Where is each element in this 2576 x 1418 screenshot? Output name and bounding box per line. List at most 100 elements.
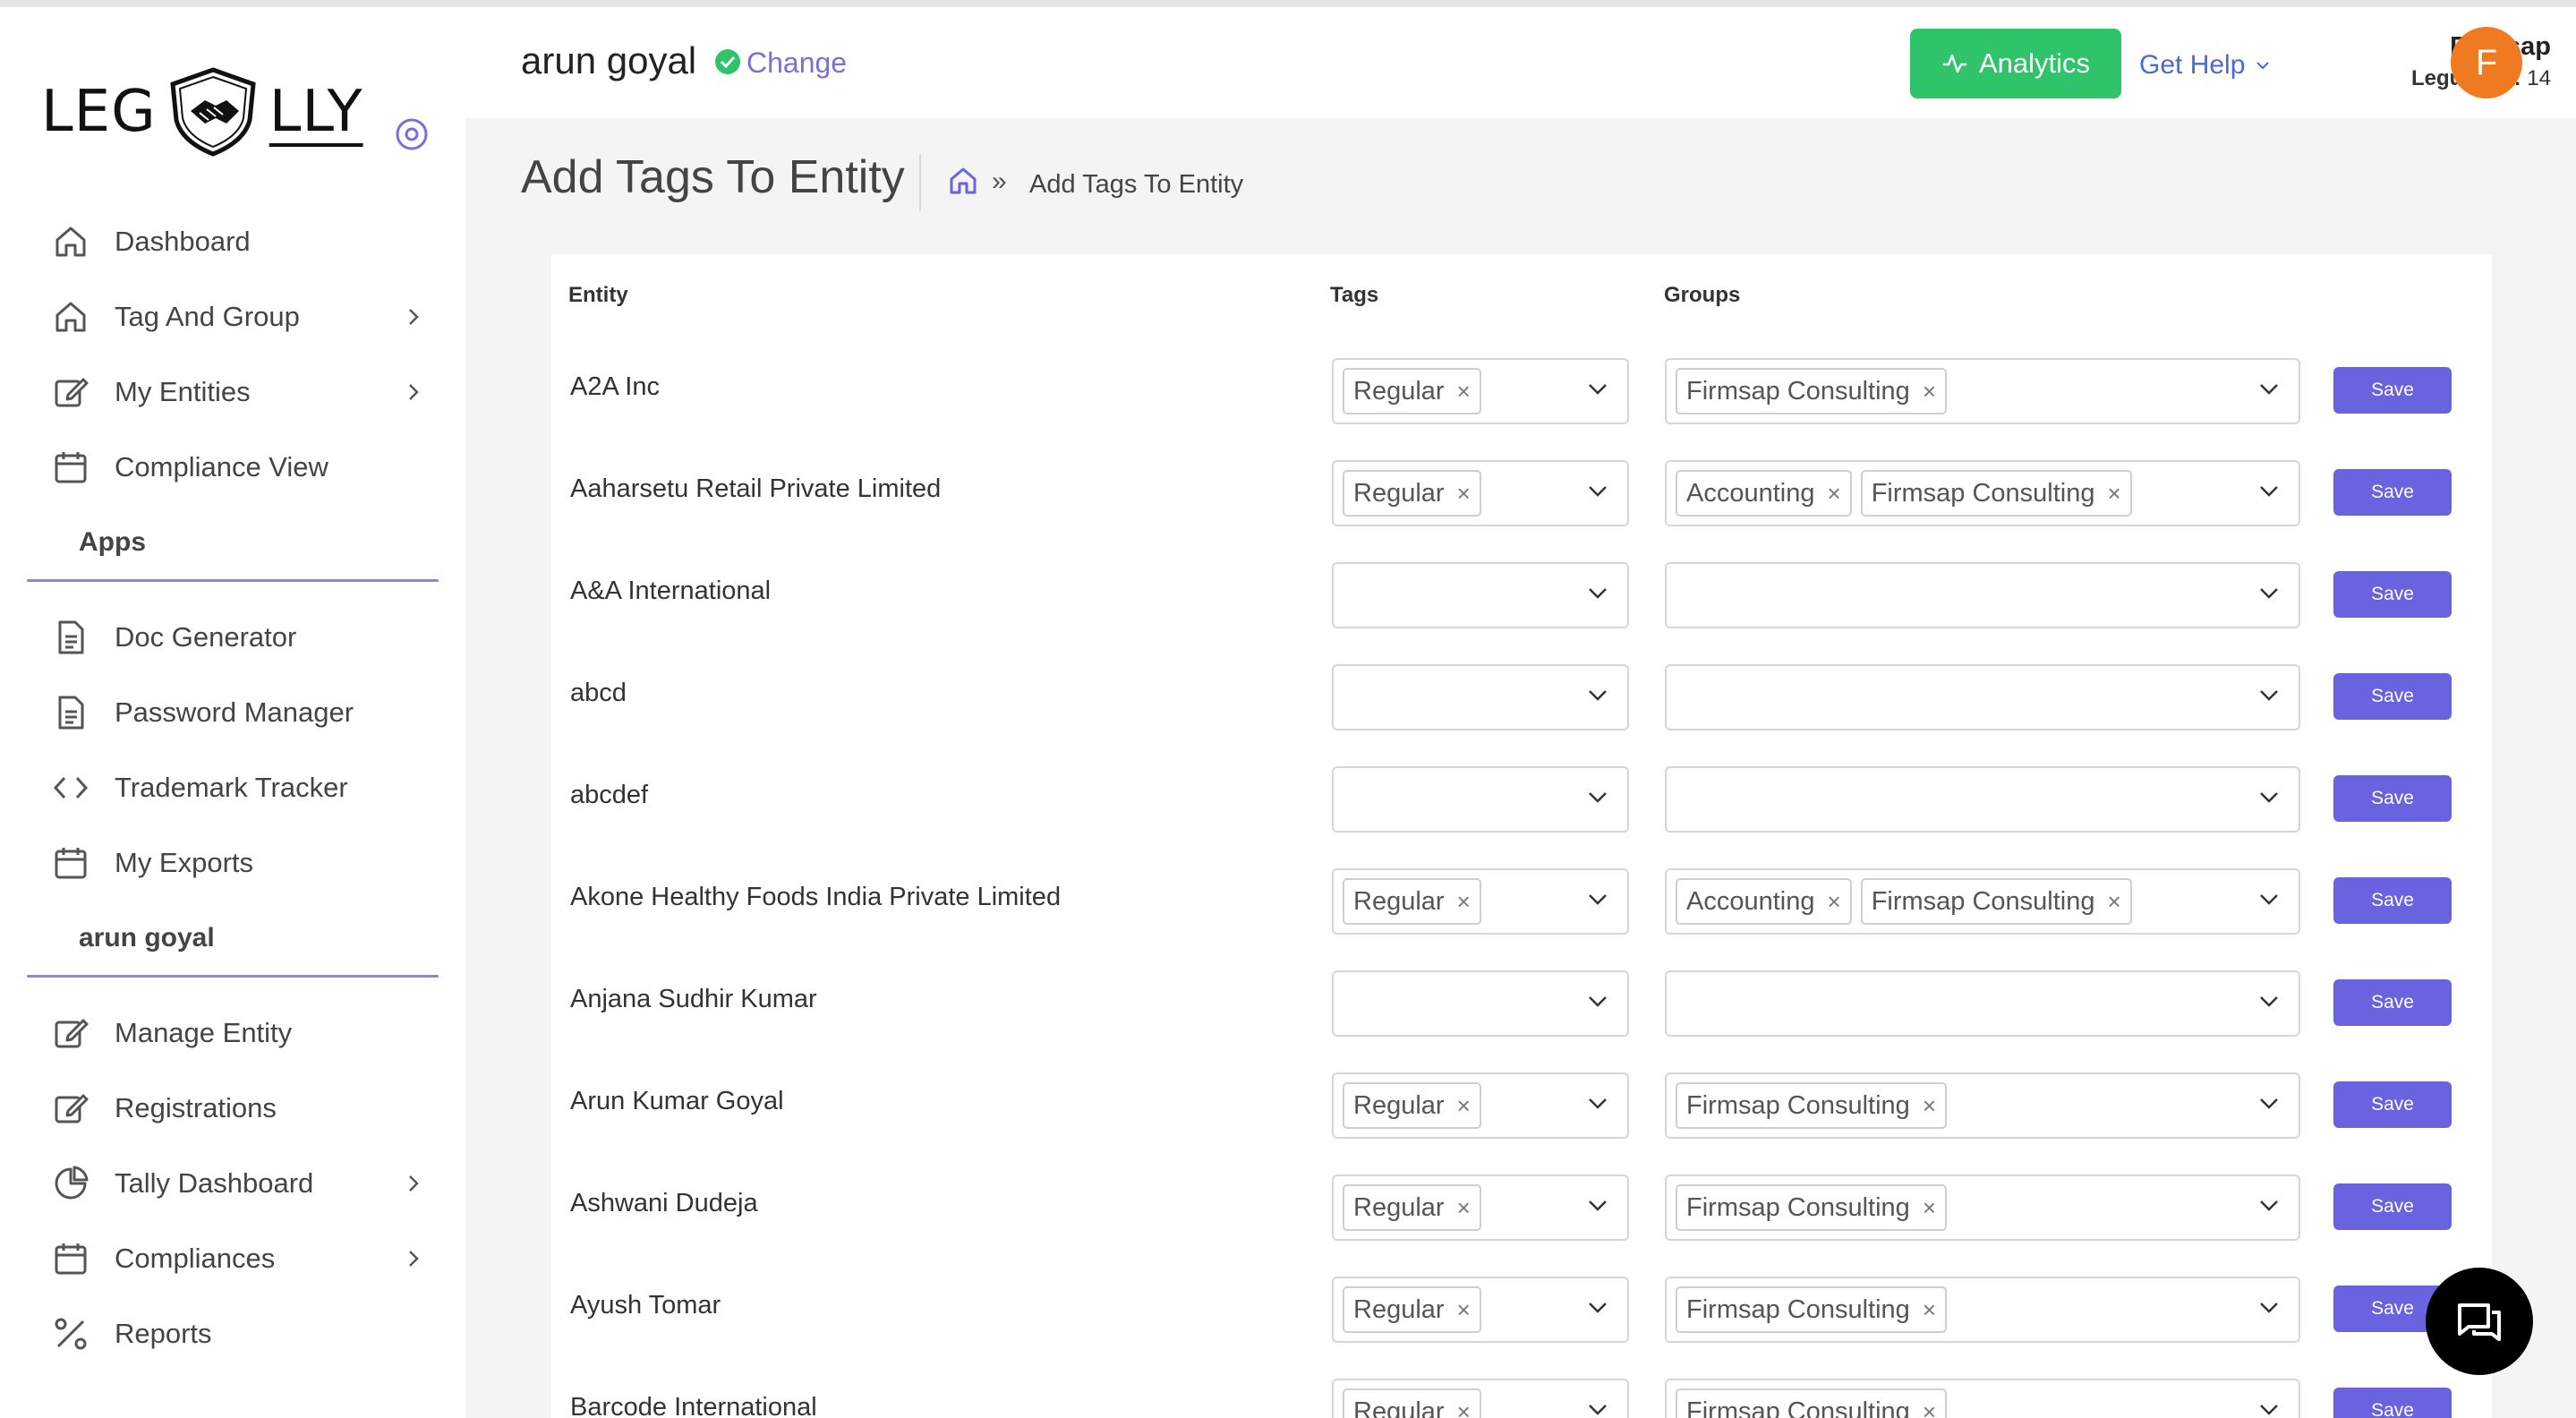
sidebar-item-doc-generator[interactable]: Doc Generator [0, 600, 465, 675]
group-chip: Firmsap Consulting × [1676, 1388, 1948, 1418]
save-button[interactable]: Save [2333, 1183, 2452, 1230]
column-header-entity: Entity [568, 283, 628, 307]
save-button[interactable]: Save [2333, 673, 2452, 720]
save-button[interactable]: Save [2333, 979, 2452, 1026]
group-chip-label: Firmsap Consulting [1871, 478, 2095, 508]
groups-select[interactable]: Firmsap Consulting × [1665, 1175, 2300, 1241]
save-button[interactable]: Save [2333, 1081, 2452, 1128]
calendar-icon [55, 452, 87, 483]
remove-tag-icon[interactable]: × [1457, 1296, 1471, 1324]
remove-group-icon[interactable]: × [2108, 480, 2121, 508]
remove-group-icon[interactable]: × [1923, 1296, 1936, 1324]
sidebar-item-password-manager[interactable]: Password Manager [0, 675, 465, 750]
top-border [0, 0, 2576, 7]
sidebar-item-my-exports[interactable]: My Exports [0, 825, 465, 901]
sidebar-item-reports[interactable]: Reports [0, 1296, 465, 1371]
remove-tag-icon[interactable]: × [1457, 378, 1471, 406]
sidebar-item-trademark-tracker[interactable]: Trademark Tracker [0, 750, 465, 825]
remove-group-icon[interactable]: × [2108, 888, 2121, 916]
group-chip: Firmsap Consulting × [1676, 1184, 1948, 1231]
remove-group-icon[interactable]: × [1923, 1092, 1936, 1120]
remove-tag-icon[interactable]: × [1457, 1194, 1471, 1222]
legully-id-value: 14 [2527, 66, 2551, 90]
tags-select[interactable]: Regular × [1332, 1072, 1629, 1139]
remove-group-icon[interactable]: × [1923, 1398, 1936, 1418]
tag-chip-label: Regular [1353, 1090, 1445, 1120]
sidebar-item-registrations[interactable]: Registrations [0, 1071, 465, 1146]
groups-select[interactable] [1665, 562, 2300, 628]
sidebar-item-label: My Entities [115, 376, 251, 407]
groups-select[interactable]: Firmsap Consulting × [1665, 358, 2300, 424]
group-chip-label: Firmsap Consulting [1686, 1192, 1910, 1222]
sidebar-nav: Dashboard Tag And Group My Entities Complia… [0, 204, 465, 1371]
tags-select[interactable] [1332, 766, 1629, 833]
group-chip-label: Firmsap Consulting [1686, 1090, 1910, 1120]
groups-select[interactable] [1665, 970, 2300, 1037]
group-chip: Firmsap Consulting × [1676, 1082, 1948, 1129]
remove-tag-icon[interactable]: × [1457, 1398, 1471, 1418]
change-user-link[interactable]: Change [746, 47, 847, 80]
remove-group-icon[interactable]: × [1828, 888, 1841, 916]
avatar[interactable]: F [2451, 27, 2522, 98]
sidebar-item-compliance-view[interactable]: Compliance View [0, 430, 465, 505]
remove-group-icon[interactable]: × [1923, 378, 1936, 406]
remove-tag-icon[interactable]: × [1457, 888, 1471, 916]
chevron-down-icon [1589, 486, 1607, 497]
sidebar-item-dashboard[interactable]: Dashboard [0, 204, 465, 279]
chevron-down-icon [1589, 690, 1607, 701]
groups-select[interactable]: Firmsap Consulting × [1665, 1072, 2300, 1139]
document-icon [58, 696, 84, 730]
breadcrumb-separator: » [992, 167, 1007, 196]
groups-select[interactable]: Firmsap Consulting × [1665, 1379, 2300, 1418]
group-chip: Firmsap Consulting × [1676, 1286, 1948, 1333]
save-button[interactable]: Save [2333, 571, 2452, 618]
tags-select[interactable] [1332, 970, 1629, 1037]
sidebar-section-user: arun goyal [0, 901, 465, 978]
sidebar-item-tag-and-group[interactable]: Tag And Group [0, 279, 465, 354]
tag-chip-label: Regular [1353, 1294, 1445, 1324]
tags-select[interactable] [1332, 562, 1629, 628]
groups-select[interactable] [1665, 766, 2300, 833]
save-button[interactable]: Save [2333, 1388, 2452, 1418]
sidebar-item-my-entities[interactable]: My Entities [0, 354, 465, 430]
groups-select[interactable]: Accounting × Firmsap Consulting × [1665, 868, 2300, 935]
groups-select[interactable] [1665, 664, 2300, 730]
analytics-button[interactable]: Analytics [1910, 29, 2121, 98]
legully-logo[interactable]: LEG LLY [41, 63, 363, 161]
remove-group-icon[interactable]: × [1923, 1194, 1936, 1222]
save-button[interactable]: Save [2333, 469, 2452, 516]
get-help-dropdown[interactable]: Get Help [2139, 50, 2270, 81]
tag-chip: Regular × [1343, 1082, 1481, 1129]
groups-select[interactable]: Firmsap Consulting × [1665, 1277, 2300, 1343]
tags-select[interactable]: Regular × [1332, 1277, 1629, 1343]
remove-tag-icon[interactable]: × [1457, 1092, 1471, 1120]
group-chip-label: Firmsap Consulting [1686, 376, 1910, 406]
sidebar-toggle-icon[interactable] [394, 116, 430, 152]
tag-chip-label: Regular [1353, 1192, 1445, 1222]
chevron-down-icon [1589, 1303, 1607, 1313]
chat-button[interactable] [2426, 1268, 2533, 1375]
sidebar-item-manage-entity[interactable]: Manage Entity [0, 995, 465, 1071]
tags-select[interactable]: Regular × [1332, 1379, 1629, 1418]
save-button[interactable]: Save [2333, 775, 2452, 822]
tags-select[interactable]: Regular × [1332, 868, 1629, 935]
remove-group-icon[interactable]: × [1828, 480, 1841, 508]
groups-select[interactable]: Accounting × Firmsap Consulting × [1665, 460, 2300, 526]
entity-name: Arun Kumar Goyal [570, 1087, 784, 1115]
sidebar-item-compliances[interactable]: Compliances [0, 1221, 465, 1296]
entity-name: Akone Healthy Foods India Private Limite… [570, 883, 1062, 911]
breadcrumb-home-icon[interactable] [947, 165, 979, 197]
sidebar-item-tally-dashboard[interactable]: Tally Dashboard [0, 1146, 465, 1221]
sidebar: LEG LLY Dashboard Tag And Group My Entitie… [0, 7, 465, 1418]
tags-select[interactable]: Regular × [1332, 1175, 1629, 1241]
activity-icon [1942, 54, 1966, 73]
tags-select[interactable] [1332, 664, 1629, 730]
tags-select[interactable]: Regular × [1332, 358, 1629, 424]
remove-tag-icon[interactable]: × [1457, 480, 1471, 508]
tags-select[interactable]: Regular × [1332, 460, 1629, 526]
group-chip: Firmsap Consulting × [1676, 368, 1948, 414]
sidebar-item-label: Reports [115, 1318, 212, 1349]
chevron-down-icon [2260, 1200, 2278, 1211]
save-button[interactable]: Save [2333, 877, 2452, 924]
save-button[interactable]: Save [2333, 367, 2452, 414]
